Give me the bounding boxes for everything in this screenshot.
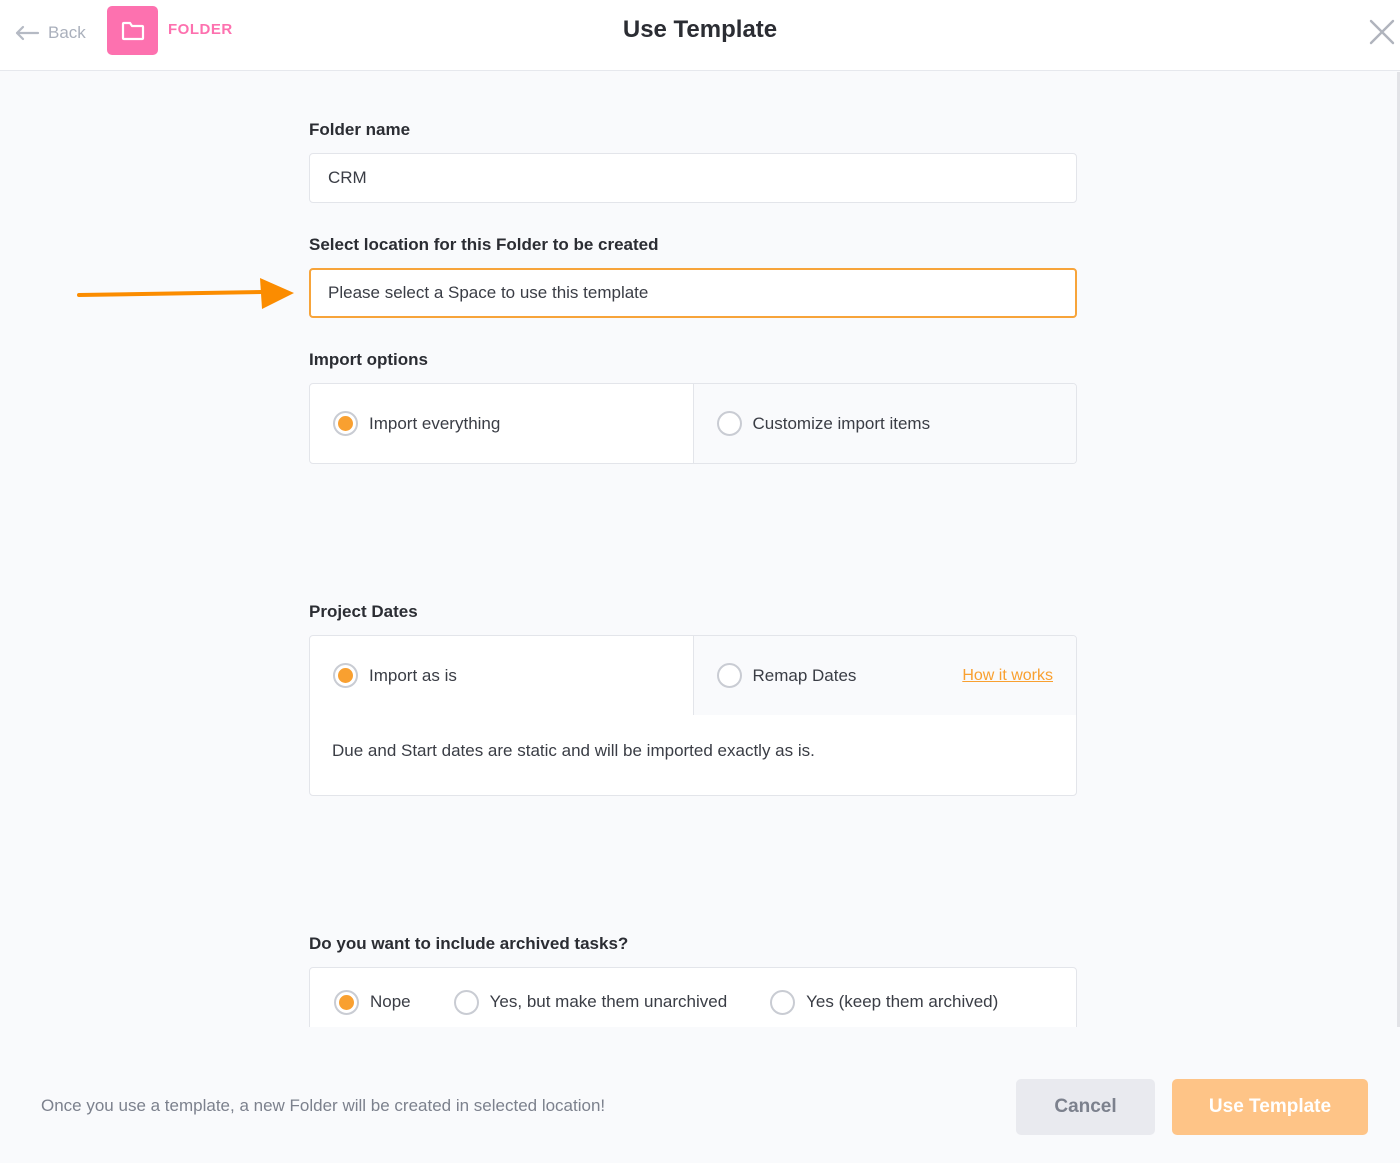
nope-option[interactable]: Nope bbox=[334, 989, 411, 1015]
project-dates-group: Import as is Remap Dates How it works Du… bbox=[309, 635, 1077, 796]
radio-unselected-icon[interactable] bbox=[716, 411, 742, 436]
keep-archived-option[interactable]: Yes (keep them archived) bbox=[770, 989, 999, 1015]
folder-name-label: Folder name bbox=[309, 120, 411, 139]
modal-footer: Once you use a template, a new Folder wi… bbox=[0, 1027, 1400, 1163]
import-as-is-option[interactable]: Import as is bbox=[310, 636, 693, 715]
import-options-label: Import options bbox=[309, 350, 428, 369]
archived-tasks-label: Do you want to include archived tasks? bbox=[309, 934, 629, 953]
location-select[interactable]: Please select a Space to use this templa… bbox=[309, 268, 1077, 318]
radio-unselected-icon[interactable] bbox=[770, 989, 796, 1015]
remap-dates-option[interactable]: Remap Dates How it works bbox=[692, 636, 1076, 715]
option-label: Import as is bbox=[369, 665, 457, 685]
radio-unselected-icon[interactable] bbox=[716, 663, 742, 688]
location-placeholder: Please select a Space to use this templa… bbox=[328, 283, 649, 302]
cancel-button[interactable]: Cancel bbox=[1016, 1079, 1155, 1135]
option-label: Remap Dates bbox=[752, 665, 857, 685]
import-options-group: Import everything Customize import items bbox=[309, 383, 1077, 464]
close-icon[interactable] bbox=[1368, 18, 1396, 46]
radio-selected-icon[interactable] bbox=[333, 663, 358, 688]
folder-name-input[interactable]: CRM bbox=[309, 153, 1077, 203]
folder-name-value: CRM bbox=[328, 168, 367, 187]
project-dates-label: Project Dates bbox=[309, 602, 418, 621]
radio-selected-icon[interactable] bbox=[333, 411, 358, 436]
radio-selected-icon[interactable] bbox=[334, 989, 359, 1015]
footer-message: Once you use a template, a new Folder wi… bbox=[41, 1096, 606, 1115]
annotation-arrow-icon bbox=[77, 278, 294, 309]
option-label: Customize import items bbox=[752, 413, 931, 433]
use-template-button[interactable]: Use Template bbox=[1172, 1079, 1368, 1135]
how-it-works-link[interactable]: How it works bbox=[962, 667, 1053, 685]
modal-header: Back FOLDER Use Template bbox=[0, 0, 1400, 71]
radio-unselected-icon[interactable] bbox=[453, 989, 479, 1015]
location-label: Select location for this Folder to be cr… bbox=[309, 235, 659, 254]
unarchive-option[interactable]: Yes, but make them unarchived bbox=[453, 989, 728, 1015]
option-label: Yes (keep them archived) bbox=[806, 992, 999, 1011]
option-label: Nope bbox=[370, 992, 411, 1011]
customize-import-option[interactable]: Customize import items bbox=[692, 384, 1076, 463]
import-everything-option[interactable]: Import everything bbox=[310, 384, 693, 463]
project-dates-description: Due and Start dates are static and will … bbox=[332, 741, 815, 760]
option-label: Import everything bbox=[369, 413, 501, 433]
page-title: Use Template bbox=[622, 16, 778, 43]
option-label: Yes, but make them unarchived bbox=[489, 992, 728, 1011]
